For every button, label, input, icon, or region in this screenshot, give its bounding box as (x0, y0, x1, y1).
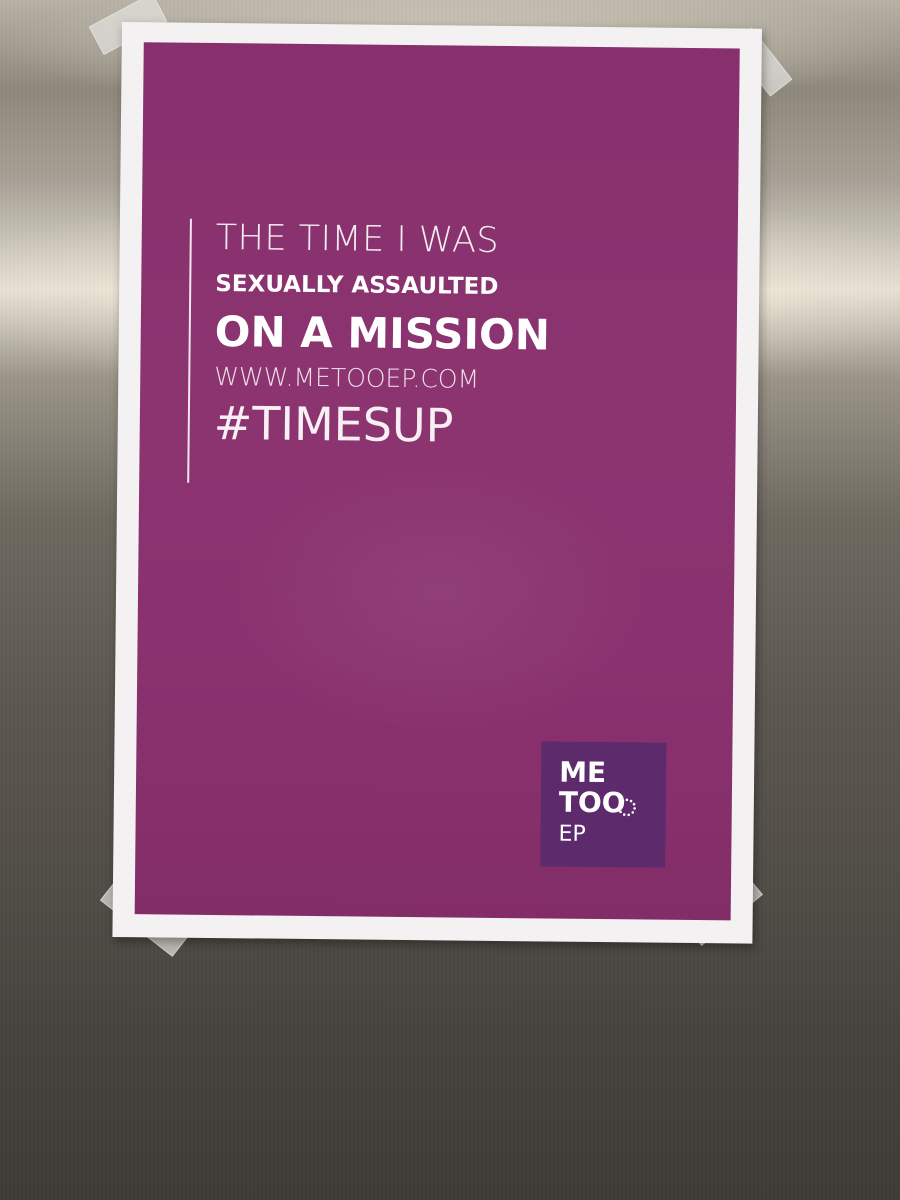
hashtag: #TIMESUP (213, 395, 454, 453)
headline-line-2: SEXUALLY ASSAULTED (215, 270, 499, 300)
accent-bar (187, 218, 192, 483)
headline-line-1: THE TIME I WAS (215, 217, 500, 261)
metoo-ep-logo: ME TOO EP (540, 741, 667, 868)
poster-headline: THE TIME I WAS SEXUALLY ASSAULTED ON A M… (214, 217, 552, 454)
logo-text-too: TOO (558, 785, 626, 820)
poster-print-area: THE TIME I WAS SEXUALLY ASSAULTED ON A M… (134, 42, 740, 921)
eu-stars-icon (617, 798, 636, 817)
headline-line-3: ON A MISSION (214, 306, 551, 360)
poster: THE TIME I WAS SEXUALLY ASSAULTED ON A M… (112, 22, 762, 944)
website-url: WWW.METOOEP.COM (214, 361, 480, 394)
logo-text-me: ME (558, 755, 607, 790)
logo-text-ep: EP (558, 821, 586, 847)
